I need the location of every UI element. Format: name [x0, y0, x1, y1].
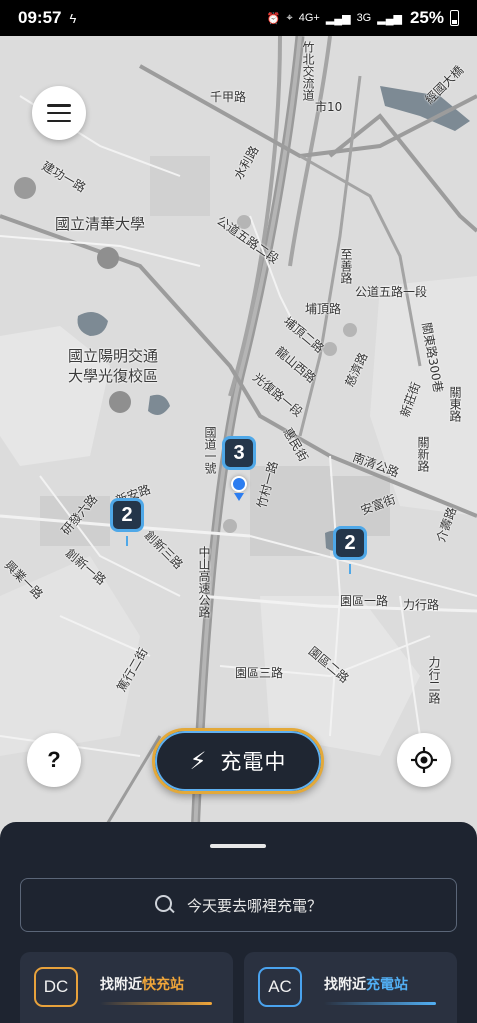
location-icon: ⌖ — [286, 11, 293, 24]
signal-icon: ▂▄▆ — [325, 12, 351, 25]
dc-badge: DC — [34, 967, 78, 1007]
road-label: 園區一路 — [340, 594, 389, 608]
station-cluster[interactable]: 2 — [110, 498, 144, 532]
station-cluster[interactable]: 3 — [222, 436, 256, 470]
network-label-a: 4G+ — [298, 12, 320, 24]
search-icon — [154, 895, 175, 915]
find-charging-station-button[interactable]: AC 找附近充電站 — [244, 952, 457, 1023]
accent-bar — [324, 1002, 436, 1005]
heading-arrow-icon — [234, 493, 244, 501]
menu-icon — [47, 104, 71, 122]
road-label: 中山高速公路 — [197, 546, 211, 618]
road-label: 國道一號 — [203, 426, 217, 474]
bottom-sheet: 今天要去哪裡充電？ DC 找附近快充站 AC 找附近充電站 — [0, 822, 477, 1023]
current-location-marker — [231, 476, 247, 492]
road-label: 力行二路 — [427, 656, 441, 704]
find-charging-station-label: 找附近充電站 — [324, 974, 408, 994]
label-prefix: 找附近 — [100, 977, 142, 993]
sheet-drag-handle[interactable] — [210, 844, 266, 848]
road-label: 關東路 — [448, 386, 462, 422]
alarm-icon: ⏰ — [266, 12, 281, 25]
charging-status-button[interactable]: ⚡ 充電中 — [152, 728, 324, 794]
cluster-pin-tail — [349, 564, 351, 574]
help-button[interactable]: ? — [27, 733, 81, 787]
search-placeholder: 今天要去哪裡充電？ — [186, 896, 322, 915]
locate-me-button[interactable] — [397, 733, 451, 787]
poi-label: 國立陽明交通 大學光復校區 — [68, 347, 159, 385]
label-highlight: 充電站 — [366, 977, 408, 993]
status-time: 09:57 — [18, 8, 62, 27]
road-label: 竹北交流道 — [301, 41, 315, 101]
lightning-bolt-icon: ⚡ — [189, 747, 207, 775]
help-icon: ? — [47, 747, 61, 772]
battery-percent: 25% — [409, 8, 444, 27]
road-label: 埔頂路 — [305, 302, 342, 316]
label-highlight: 快充站 — [142, 977, 184, 993]
battery-icon — [450, 10, 459, 26]
ac-badge: AC — [258, 967, 302, 1007]
cluster-pin-tail — [126, 536, 128, 546]
road-label: 關新路 — [416, 436, 430, 472]
map-view[interactable]: 千甲路 市10 竹北交流道 經國大橋 建功一路 水利路 國立清華大學 公道五路二… — [0, 36, 477, 836]
road-label: 市10 — [315, 100, 343, 114]
road-label: 千甲路 — [210, 90, 247, 104]
status-icons: ⏰ ⌖ 4G+ ▂▄▆ 3G ▂▄▆ 25% — [267, 8, 459, 28]
road-label: 力行路 — [403, 598, 440, 612]
road-label: 至善路 — [339, 248, 353, 284]
accent-bar — [100, 1002, 212, 1005]
road-label: 公道五路一段 — [355, 285, 428, 299]
find-fast-charger-label: 找附近快充站 — [100, 974, 184, 994]
find-fast-charger-button[interactable]: DC 找附近快充站 — [20, 952, 233, 1023]
messenger-icon: ϟ — [69, 10, 77, 26]
signal-icon-2: ▂▄▆ — [377, 12, 402, 25]
destination-search-input[interactable]: 今天要去哪裡充電？ — [20, 878, 457, 932]
menu-button[interactable] — [32, 86, 86, 140]
network-label-b: 3G — [356, 12, 372, 24]
road-label: 園區三路 — [235, 666, 284, 680]
crosshair-icon — [411, 747, 437, 773]
poi-label: 國立清華大學 — [55, 215, 146, 233]
station-cluster[interactable]: 2 — [333, 526, 367, 560]
charging-label: 充電中 — [220, 750, 287, 774]
status-bar: 09:57 ϟ ⏰ ⌖ 4G+ ▂▄▆ 3G ▂▄▆ 25% — [0, 0, 477, 36]
label-prefix: 找附近 — [324, 977, 366, 993]
